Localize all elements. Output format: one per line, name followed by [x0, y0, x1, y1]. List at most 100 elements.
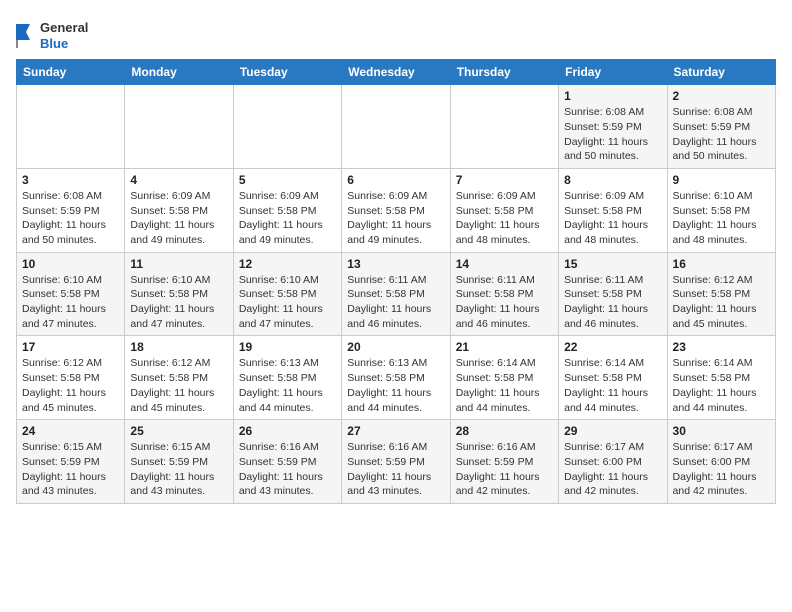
calendar-day-4: 4 Sunrise: 6:09 AM Sunset: 5:58 PM Daylig…	[125, 168, 233, 252]
day-number: 26	[239, 424, 336, 438]
day-number: 1	[564, 89, 661, 103]
calendar-day-29: 29 Sunrise: 6:17 AM Sunset: 6:00 PM Dayli…	[559, 420, 667, 504]
calendar-day-19: 19Sunrise: 6:13 AM Sunset: 5:58 PM Dayli…	[233, 336, 341, 420]
day-number: 4	[130, 173, 227, 187]
day-detail: Sunrise: 6:13 AM Sunset: 5:58 PM Dayligh…	[239, 356, 336, 415]
weekday-header-sunday: Sunday	[17, 60, 125, 85]
day-detail: Sunrise: 6:16 AM Sunset: 5:59 PM Dayligh…	[239, 440, 336, 499]
calendar-day-8: 8 Sunrise: 6:09 AM Sunset: 5:58 PM Daylig…	[559, 168, 667, 252]
day-number: 29	[564, 424, 661, 438]
calendar-day-28: 28Sunrise: 6:16 AM Sunset: 5:59 PM Dayli…	[450, 420, 558, 504]
weekday-header-tuesday: Tuesday	[233, 60, 341, 85]
day-detail: Sunrise: 6:17 AM Sunset: 6:00 PM Dayligh…	[673, 440, 770, 499]
calendar-day-5: 5Sunrise: 6:09 AM Sunset: 5:58 PM Daylig…	[233, 168, 341, 252]
calendar-day-2: 2 Sunrise: 6:08 AM Sunset: 5:59 PM Daylig…	[667, 85, 775, 169]
calendar-day-9: 9Sunrise: 6:10 AM Sunset: 5:58 PM Daylig…	[667, 168, 775, 252]
day-detail: Sunrise: 6:12 AM Sunset: 5:58 PM Dayligh…	[130, 356, 227, 415]
day-detail: Sunrise: 6:11 AM Sunset: 5:58 PM Dayligh…	[347, 273, 444, 332]
day-detail: Sunrise: 6:09 AM Sunset: 5:58 PM Dayligh…	[564, 189, 661, 248]
day-detail: Sunrise: 6:09 AM Sunset: 5:58 PM Dayligh…	[130, 189, 227, 248]
calendar-day-25: 25 Sunrise: 6:15 AM Sunset: 5:59 PM Dayli…	[125, 420, 233, 504]
weekday-header-wednesday: Wednesday	[342, 60, 450, 85]
calendar-day-11: 11 Sunrise: 6:10 AM Sunset: 5:58 PM Dayli…	[125, 252, 233, 336]
day-detail: Sunrise: 6:10 AM Sunset: 5:58 PM Dayligh…	[673, 189, 770, 248]
day-detail: Sunrise: 6:08 AM Sunset: 5:59 PM Dayligh…	[673, 105, 770, 164]
day-detail: Sunrise: 6:12 AM Sunset: 5:58 PM Dayligh…	[673, 273, 770, 332]
page-header: General Blue	[16, 16, 776, 51]
weekday-header-monday: Monday	[125, 60, 233, 85]
day-number: 8	[564, 173, 661, 187]
calendar-day-16: 16 Sunrise: 6:12 AM Sunset: 5:58 PM Dayli…	[667, 252, 775, 336]
logo-flag-icon	[16, 24, 36, 48]
calendar-day-21: 21 Sunrise: 6:14 AM Sunset: 5:58 PM Dayli…	[450, 336, 558, 420]
calendar-day-30: 30Sunrise: 6:17 AM Sunset: 6:00 PM Dayli…	[667, 420, 775, 504]
day-number: 18	[130, 340, 227, 354]
calendar-day-23: 23 Sunrise: 6:14 AM Sunset: 5:58 PM Dayli…	[667, 336, 775, 420]
day-number: 2	[673, 89, 770, 103]
day-number: 24	[22, 424, 119, 438]
day-detail: Sunrise: 6:08 AM Sunset: 5:59 PM Dayligh…	[564, 105, 661, 164]
day-number: 13	[347, 257, 444, 271]
day-number: 11	[130, 257, 227, 271]
day-number: 3	[22, 173, 119, 187]
logo-blue-text: Blue	[40, 36, 88, 52]
calendar-day-20: 20 Sunrise: 6:13 AM Sunset: 5:58 PM Dayli…	[342, 336, 450, 420]
calendar-day-13: 13 Sunrise: 6:11 AM Sunset: 5:58 PM Dayli…	[342, 252, 450, 336]
calendar-day-15: 15 Sunrise: 6:11 AM Sunset: 5:58 PM Dayli…	[559, 252, 667, 336]
day-detail: Sunrise: 6:14 AM Sunset: 5:58 PM Dayligh…	[564, 356, 661, 415]
calendar-day-27: 27 Sunrise: 6:16 AM Sunset: 5:59 PM Dayli…	[342, 420, 450, 504]
day-number: 25	[130, 424, 227, 438]
day-detail: Sunrise: 6:08 AM Sunset: 5:59 PM Dayligh…	[22, 189, 119, 248]
day-detail: Sunrise: 6:16 AM Sunset: 5:59 PM Dayligh…	[347, 440, 444, 499]
day-detail: Sunrise: 6:17 AM Sunset: 6:00 PM Dayligh…	[564, 440, 661, 499]
day-number: 6	[347, 173, 444, 187]
weekday-header-thursday: Thursday	[450, 60, 558, 85]
day-detail: Sunrise: 6:14 AM Sunset: 5:58 PM Dayligh…	[673, 356, 770, 415]
calendar-week-row: 24 Sunrise: 6:15 AM Sunset: 5:59 PM Dayli…	[17, 420, 776, 504]
day-number: 15	[564, 257, 661, 271]
day-detail: Sunrise: 6:12 AM Sunset: 5:58 PM Dayligh…	[22, 356, 119, 415]
calendar-table: SundayMondayTuesdayWednesdayThursdayFrid…	[16, 59, 776, 504]
day-detail: Sunrise: 6:15 AM Sunset: 5:59 PM Dayligh…	[22, 440, 119, 499]
day-number: 14	[456, 257, 553, 271]
calendar-day-empty	[125, 85, 233, 169]
calendar-day-24: 24 Sunrise: 6:15 AM Sunset: 5:59 PM Dayli…	[17, 420, 125, 504]
calendar-day-3: 3 Sunrise: 6:08 AM Sunset: 5:59 PM Daylig…	[17, 168, 125, 252]
day-number: 22	[564, 340, 661, 354]
day-number: 23	[673, 340, 770, 354]
calendar-week-row: 10 Sunrise: 6:10 AM Sunset: 5:58 PM Dayli…	[17, 252, 776, 336]
day-number: 17	[22, 340, 119, 354]
day-detail: Sunrise: 6:10 AM Sunset: 5:58 PM Dayligh…	[130, 273, 227, 332]
day-number: 27	[347, 424, 444, 438]
day-detail: Sunrise: 6:13 AM Sunset: 5:58 PM Dayligh…	[347, 356, 444, 415]
weekday-header-saturday: Saturday	[667, 60, 775, 85]
calendar-header-row: SundayMondayTuesdayWednesdayThursdayFrid…	[17, 60, 776, 85]
calendar-day-14: 14 Sunrise: 6:11 AM Sunset: 5:58 PM Dayli…	[450, 252, 558, 336]
weekday-header-friday: Friday	[559, 60, 667, 85]
calendar-day-6: 6Sunrise: 6:09 AM Sunset: 5:58 PM Daylig…	[342, 168, 450, 252]
day-detail: Sunrise: 6:09 AM Sunset: 5:58 PM Dayligh…	[239, 189, 336, 248]
day-detail: Sunrise: 6:14 AM Sunset: 5:58 PM Dayligh…	[456, 356, 553, 415]
day-number: 10	[22, 257, 119, 271]
calendar-day-empty	[233, 85, 341, 169]
calendar-week-row: 3 Sunrise: 6:08 AM Sunset: 5:59 PM Daylig…	[17, 168, 776, 252]
day-number: 12	[239, 257, 336, 271]
day-number: 20	[347, 340, 444, 354]
calendar-day-10: 10Sunrise: 6:10 AM Sunset: 5:58 PM Dayli…	[17, 252, 125, 336]
calendar-day-22: 22 Sunrise: 6:14 AM Sunset: 5:58 PM Dayli…	[559, 336, 667, 420]
calendar-day-1: 1 Sunrise: 6:08 AM Sunset: 5:59 PM Daylig…	[559, 85, 667, 169]
calendar-day-18: 18 Sunrise: 6:12 AM Sunset: 5:58 PM Dayli…	[125, 336, 233, 420]
day-number: 21	[456, 340, 553, 354]
calendar-day-26: 26 Sunrise: 6:16 AM Sunset: 5:59 PM Dayli…	[233, 420, 341, 504]
day-detail: Sunrise: 6:15 AM Sunset: 5:59 PM Dayligh…	[130, 440, 227, 499]
calendar-day-empty	[17, 85, 125, 169]
calendar-day-17: 17 Sunrise: 6:12 AM Sunset: 5:58 PM Dayli…	[17, 336, 125, 420]
day-detail: Sunrise: 6:11 AM Sunset: 5:58 PM Dayligh…	[564, 273, 661, 332]
day-detail: Sunrise: 6:09 AM Sunset: 5:58 PM Dayligh…	[456, 189, 553, 248]
day-detail: Sunrise: 6:11 AM Sunset: 5:58 PM Dayligh…	[456, 273, 553, 332]
calendar-day-7: 7Sunrise: 6:09 AM Sunset: 5:58 PM Daylig…	[450, 168, 558, 252]
calendar-day-empty	[450, 85, 558, 169]
day-number: 16	[673, 257, 770, 271]
logo-general-text: General	[40, 20, 88, 36]
calendar-week-row: 1 Sunrise: 6:08 AM Sunset: 5:59 PM Daylig…	[17, 85, 776, 169]
